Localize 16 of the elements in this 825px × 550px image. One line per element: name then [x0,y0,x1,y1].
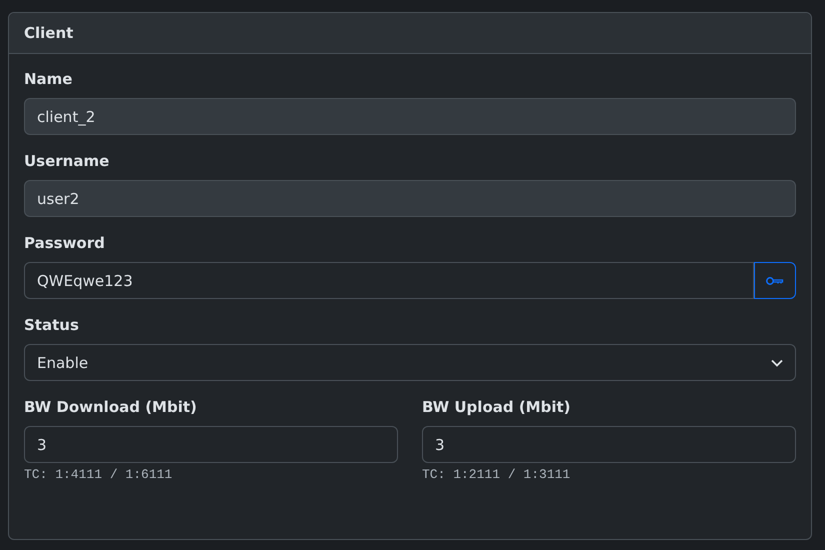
field-label: Name [24,70,74,88]
status-select[interactable]: Enable [24,344,796,381]
field-label: Status [24,316,80,334]
key-icon [766,276,784,286]
field-label: Username [24,152,110,170]
number-field[interactable]: 3 [24,426,398,463]
hint-text: TC: 1:4111 / 1:6111 [24,467,174,482]
password-field[interactable]: QWEqwe123 [24,262,754,299]
hint-text: TC: 1:2111 / 1:3111 [422,467,572,482]
show-password-button[interactable] [754,262,796,299]
field-label: BW Upload (Mbit) [422,398,572,416]
field-label: BW Download (Mbit) [24,398,198,416]
number-field[interactable]: 3 [422,426,796,463]
field-label: Password [24,234,106,252]
card-title: Client [24,24,74,42]
chevron-down-icon [771,358,783,366]
